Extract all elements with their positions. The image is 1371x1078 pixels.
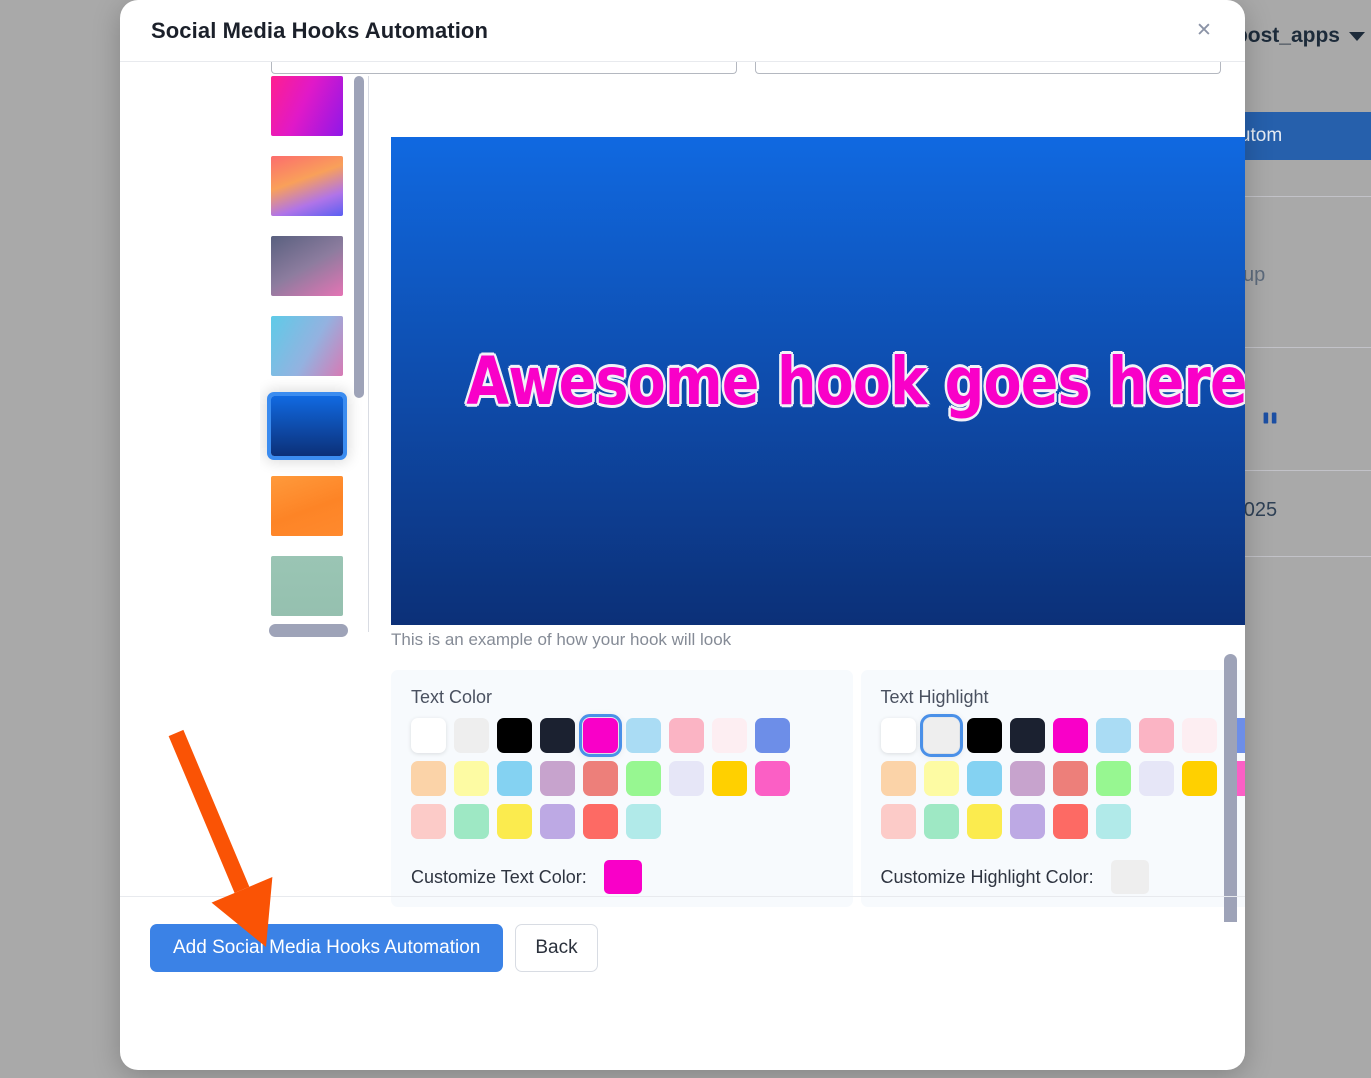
text-highlight-swatch-23[interactable] [1095, 804, 1131, 839]
background-thumbnail-gradient-coral-orange-blue[interactable] [271, 156, 343, 216]
text-highlight-swatch-13[interactable] [1052, 761, 1088, 796]
text-color-swatch-2[interactable] [497, 718, 532, 753]
text-highlight-swatch-21[interactable] [1009, 804, 1045, 839]
add-automation-button[interactable]: Add Social Media Hooks Automation [150, 924, 504, 972]
text-color-swatch-20[interactable] [497, 804, 532, 839]
text-color-swatch-5[interactable] [626, 718, 661, 753]
modal-body: Awesome hook goes here This is an exampl… [120, 62, 1245, 922]
modal-scrollbar[interactable] [1224, 654, 1237, 922]
text-highlight-swatch-11[interactable] [966, 761, 1002, 796]
text-highlight-swatch-10[interactable] [923, 761, 959, 796]
background-thumbnail-gradient-magenta-violet[interactable] [271, 76, 343, 136]
text-highlight-swatch-grid[interactable] [880, 714, 1245, 839]
text-highlight-swatch-7[interactable] [1181, 718, 1217, 753]
secondary-input-cutoff[interactable] [755, 62, 1221, 74]
text-highlight-title: Text Highlight [880, 687, 989, 707]
text-color-swatch-12[interactable] [540, 761, 575, 796]
text-color-swatch-23[interactable] [626, 804, 661, 839]
text-color-swatch-0[interactable] [411, 718, 446, 753]
text-color-swatch-22[interactable] [583, 804, 618, 839]
customize-highlight-color-row: Customize Highlight Color: [881, 860, 1246, 894]
text-highlight-swatch-9[interactable] [880, 761, 916, 796]
text-color-swatch-1[interactable] [454, 718, 489, 753]
thumbnail-vertical-scrollbar[interactable] [354, 76, 364, 398]
text-color-swatch-3[interactable] [540, 718, 575, 753]
customize-text-color-row: Customize Text Color: [411, 860, 833, 894]
text-color-swatch-8[interactable] [755, 718, 790, 753]
text-color-title: Text Color [411, 687, 493, 707]
pause-icon[interactable] [1259, 407, 1281, 429]
text-color-swatch-7[interactable] [712, 718, 747, 753]
text-highlight-panel: Text Highlight Customize Highlight Color… [860, 670, 1246, 907]
text-highlight-swatch-0[interactable] [880, 718, 916, 753]
text-highlight-swatch-3[interactable] [1009, 718, 1045, 753]
modal-header: Social Media Hooks Automation ✕ [120, 0, 1245, 62]
text-highlight-swatch-22[interactable] [1052, 804, 1088, 839]
cutoff-input-row [271, 62, 1221, 74]
text-color-swatch-10[interactable] [454, 761, 489, 796]
thumbnail-column-divider [368, 76, 369, 632]
text-color-swatch-9[interactable] [411, 761, 446, 796]
hook-preview[interactable]: Awesome hook goes here [391, 137, 1245, 625]
text-color-swatch-14[interactable] [626, 761, 661, 796]
text-highlight-swatch-20[interactable] [966, 804, 1002, 839]
text-highlight-swatch-18[interactable] [880, 804, 916, 839]
thumbnail-horizontal-scrollbar[interactable] [269, 624, 348, 637]
text-color-swatch-11[interactable] [497, 761, 532, 796]
text-color-swatch-19[interactable] [454, 804, 489, 839]
text-color-swatch-18[interactable] [411, 804, 446, 839]
text-highlight-swatch-4[interactable] [1052, 718, 1088, 753]
text-color-swatch-17[interactable] [755, 761, 790, 796]
text-highlight-swatch-16[interactable] [1181, 761, 1217, 796]
text-highlight-swatch-6[interactable] [1138, 718, 1174, 753]
text-color-panel: Text Color Customize Text Color: [391, 670, 853, 907]
text-color-swatch-6[interactable] [669, 718, 704, 753]
text-highlight-swatch-19[interactable] [923, 804, 959, 839]
text-highlight-swatch-1[interactable] [919, 714, 963, 757]
automation-modal: Social Media Hooks Automation ✕ Awesome … [120, 0, 1245, 1070]
background-thumbnail-solid-sage-green[interactable] [271, 556, 343, 616]
hook-preview-caption: This is an example of how your hook will… [391, 630, 732, 649]
text-color-swatch-4[interactable] [579, 714, 622, 757]
background-thumbnail-list[interactable] [260, 76, 370, 632]
modal-footer: Add Social Media Hooks Automation Back [120, 896, 1245, 1070]
text-highlight-swatch-2[interactable] [966, 718, 1002, 753]
text-color-swatch-15[interactable] [669, 761, 704, 796]
customize-highlight-color-swatch[interactable] [1110, 860, 1149, 894]
hook-preview-text: Awesome hook goes here [466, 342, 1245, 420]
background-thumbnail-gradient-blue-navy[interactable] [267, 392, 347, 460]
back-button[interactable]: Back [515, 924, 598, 972]
text-color-swatch-grid[interactable] [411, 714, 833, 839]
hook-text-input-cutoff[interactable] [271, 62, 737, 74]
text-highlight-swatch-14[interactable] [1095, 761, 1131, 796]
close-icon[interactable]: ✕ [1191, 18, 1217, 44]
customize-text-color-label: Customize Text Color: [411, 866, 587, 887]
customize-text-color-swatch[interactable] [603, 860, 642, 894]
color-palettes: Text Color Customize Text Color: Text Hi… [391, 670, 1245, 907]
screen: opost_apps Create Autom or add follow-up [0, 0, 1371, 1078]
page-title: Social Media Hooks Automation [151, 17, 489, 43]
background-thumbnail-gradient-slate-pink[interactable] [271, 236, 343, 296]
background-thumbnail-gradient-orange[interactable] [271, 476, 343, 536]
text-highlight-swatch-15[interactable] [1138, 761, 1174, 796]
text-color-swatch-21[interactable] [540, 804, 575, 839]
text-highlight-swatch-12[interactable] [1009, 761, 1045, 796]
customize-highlight-color-label: Customize Highlight Color: [880, 866, 1094, 887]
text-color-swatch-16[interactable] [712, 761, 747, 796]
background-thumbnail-gradient-cyan-pink[interactable] [271, 316, 343, 376]
text-color-swatch-13[interactable] [583, 761, 618, 796]
text-highlight-swatch-5[interactable] [1095, 718, 1131, 753]
chevron-down-icon [1349, 31, 1365, 41]
